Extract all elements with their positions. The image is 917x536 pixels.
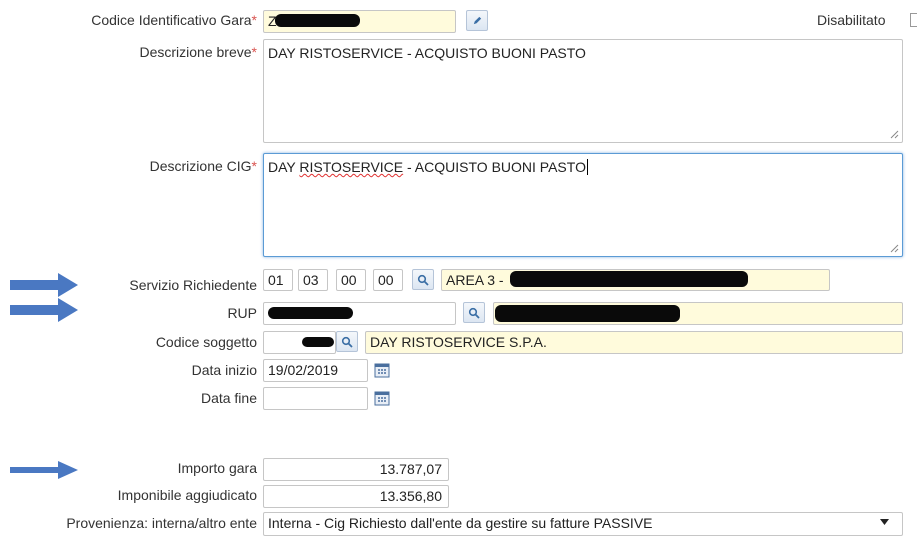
- data-fine-label: Data fine: [200, 390, 257, 406]
- spellcheck-word: RISTOSERVICE: [299, 159, 404, 175]
- importo-gara-label: Importo gara: [177, 460, 257, 476]
- arrow-right-icon: [10, 298, 78, 322]
- servizio-search-button[interactable]: [412, 269, 434, 290]
- codice-soggetto-description: DAY RISTOSERVICE S.P.A.: [365, 331, 903, 354]
- redaction-mark: [495, 305, 680, 322]
- data-inizio-calendar-button[interactable]: [372, 360, 392, 380]
- pencil-icon: [473, 16, 481, 25]
- servizio-code-1[interactable]: 01: [263, 269, 293, 291]
- redaction-mark: [510, 271, 748, 287]
- servizio-code-2[interactable]: 03: [298, 269, 328, 291]
- imponibile-label: Imponibile aggiudicato: [117, 487, 257, 503]
- codice-gara-label: Codice Identificativo Gara*: [91, 12, 257, 28]
- disabilitato-label: Disabilitato: [817, 12, 886, 28]
- redaction-mark: [302, 337, 334, 347]
- rup-label: RUP: [227, 305, 257, 321]
- provenienza-selected-value: Interna - Cig Richiesto dall'ente da ges…: [268, 515, 653, 531]
- magnifier-icon: [468, 307, 480, 319]
- importo-gara-input[interactable]: 13.787,07: [263, 458, 449, 481]
- data-inizio-label: Data inizio: [191, 362, 257, 378]
- descrizione-breve-textarea[interactable]: DAY RISTOSERVICE - ACQUISTO BUONI PASTO: [263, 39, 903, 143]
- data-fine-input[interactable]: [263, 387, 368, 410]
- data-inizio-input[interactable]: 19/02/2019: [263, 359, 368, 382]
- magnifier-icon: [417, 274, 429, 286]
- rup-search-button[interactable]: [463, 302, 485, 323]
- redaction-mark: [268, 307, 353, 319]
- descrizione-cig-label: Descrizione CIG*: [149, 158, 257, 174]
- caret-down-icon[interactable]: [880, 519, 889, 525]
- servizio-code-3[interactable]: 00: [336, 269, 366, 291]
- text-caret: [586, 159, 588, 175]
- codice-soggetto-search-button[interactable]: [336, 331, 358, 352]
- descrizione-cig-textarea[interactable]: DAY RISTOSERVICE - ACQUISTO BUONI PASTO: [263, 153, 903, 257]
- calendar-icon: [374, 391, 390, 406]
- disabilitato-checkbox[interactable]: [910, 13, 917, 27]
- resize-grip-icon[interactable]: [889, 243, 899, 253]
- provenienza-label: Provenienza: interna/altro ente: [66, 515, 257, 531]
- codice-soggetto-label: Codice soggetto: [155, 334, 257, 350]
- calendar-icon: [374, 363, 390, 378]
- magnifier-icon: [341, 336, 353, 348]
- data-fine-calendar-button[interactable]: [372, 388, 392, 408]
- servizio-label: Servizio Richiedente: [129, 277, 257, 293]
- redaction-mark: [275, 14, 360, 27]
- provenienza-select[interactable]: Interna - Cig Richiesto dall'ente da ges…: [263, 512, 903, 536]
- arrow-right-icon: [10, 461, 78, 479]
- imponibile-input[interactable]: 13.356,80: [263, 485, 449, 508]
- servizio-code-4[interactable]: 00: [373, 269, 403, 291]
- descrizione-breve-label: Descrizione breve*: [139, 44, 257, 60]
- edit-button[interactable]: [466, 10, 488, 31]
- resize-grip-icon[interactable]: [889, 129, 899, 139]
- arrow-right-icon: [10, 273, 78, 297]
